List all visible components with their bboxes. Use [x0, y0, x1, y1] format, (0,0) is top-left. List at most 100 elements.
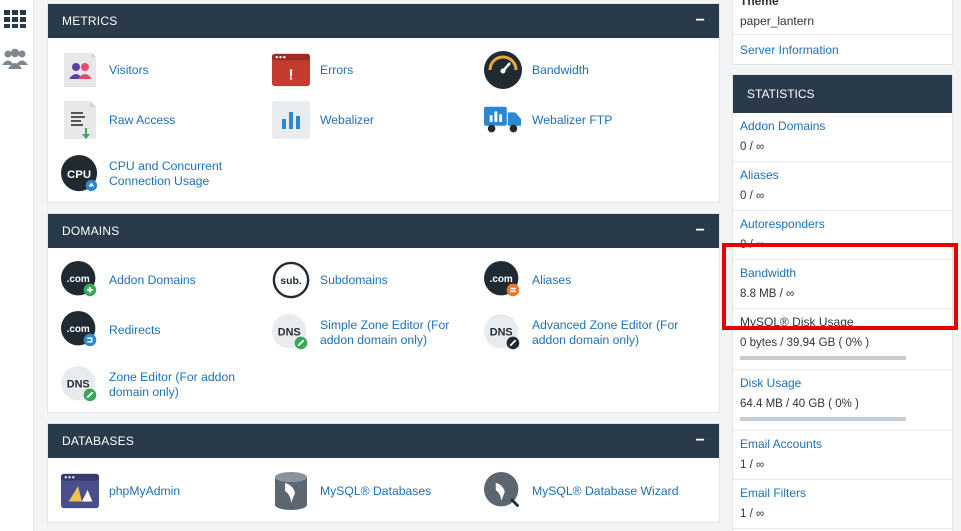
metrics-title: METRICS	[62, 14, 118, 28]
domains-panel: DOMAINS − .com Addon Domains sub. Subdom…	[47, 213, 720, 413]
domains-item-label: Addon Domains	[109, 272, 196, 287]
domains-item-label: Aliases	[532, 272, 572, 287]
stat-row: MySQL® Disk Usage 0 bytes / 39.94 GB ( 0…	[733, 309, 952, 370]
domains-item-aliases[interactable]: .com Aliases	[484, 261, 571, 299]
usage-meter	[740, 417, 906, 421]
databases-item-label: MySQL® Databases	[320, 483, 432, 498]
stat-row: Autoresponders 0 / ∞	[733, 211, 952, 260]
domains-item-label: Redirects	[109, 322, 161, 337]
server-info-row: Server Information	[733, 35, 952, 59]
metrics-item-label: CPU and Concurrent Connection Usage	[109, 159, 222, 189]
label-line: Zone Editor (For addon	[109, 370, 236, 384]
domains-item-label: Advanced Zone Editor (For addon domain o…	[532, 318, 678, 348]
mysql-wizard-icon	[484, 472, 522, 510]
stat-row: Email Filters 1 / ∞	[733, 480, 952, 529]
domains-item-simple-zone-editor[interactable]: DNS Simple Zone Editor (For addon domain…	[272, 314, 449, 352]
label-line: addon domain only)	[532, 333, 640, 347]
metrics-item-visitors[interactable]: Visitors	[61, 51, 149, 89]
left-nav-rail	[0, 0, 34, 531]
domains-title: DOMAINS	[62, 224, 120, 238]
databases-item-mysql-databases[interactable]: MySQL® Databases	[272, 472, 431, 510]
domains-item-subdomains[interactable]: sub. Subdomains	[272, 261, 388, 299]
phpmyadmin-icon	[61, 472, 99, 510]
domains-item-zone-editor[interactable]: DNS Zone Editor (For addon domain only)	[61, 366, 235, 404]
stat-name[interactable]: Autoresponders	[740, 217, 945, 232]
stat-name: MySQL® Disk Usage	[740, 315, 854, 329]
server-information-link[interactable]: Server Information	[740, 43, 839, 57]
theme-label: Theme	[740, 0, 779, 8]
databases-header[interactable]: DATABASES −	[48, 424, 719, 458]
domains-item-addon-domains[interactable]: .com Addon Domains	[61, 261, 196, 299]
collapse-icon[interactable]: −	[695, 13, 705, 29]
stat-value: 1 / ∞	[740, 459, 765, 471]
metrics-panel: METRICS − Visitors ! Errors Bandwidth Ra…	[47, 3, 720, 203]
domains-item-advanced-zone-editor[interactable]: DNS Advanced Zone Editor (For addon doma…	[484, 314, 678, 352]
stat-value: 8.8 MB / ∞	[740, 288, 795, 300]
svg-text:.com: .com	[67, 324, 90, 335]
metrics-header[interactable]: METRICS −	[48, 4, 719, 38]
users-icon[interactable]	[2, 46, 28, 72]
label-line: addon domain only)	[320, 333, 428, 347]
webalizer-ftp-icon	[484, 101, 522, 139]
databases-title: DATABASES	[62, 434, 135, 448]
domains-item-label: Zone Editor (For addon domain only)	[109, 370, 235, 400]
metrics-item-label: Errors	[320, 62, 354, 77]
stat-value: 0 / ∞	[740, 141, 765, 153]
metrics-item-bandwidth[interactable]: Bandwidth	[484, 51, 589, 89]
aliases-icon: .com	[484, 261, 522, 299]
zone-editor-icon: DNS	[61, 366, 99, 404]
collapse-icon[interactable]: −	[695, 223, 705, 239]
theme-value: paper_lantern	[740, 14, 815, 28]
svg-text:.com: .com	[67, 274, 90, 285]
subdomains-icon: sub.	[272, 261, 310, 299]
stat-name[interactable]: Addon Domains	[740, 119, 945, 134]
svg-text:DNS: DNS	[490, 327, 513, 339]
mysql-databases-icon	[272, 472, 310, 510]
usage-meter	[740, 356, 906, 360]
stat-name[interactable]: Disk Usage	[740, 376, 945, 391]
label-line: Connection Usage	[109, 174, 210, 188]
svg-text:sub.: sub.	[280, 276, 302, 287]
theme-row: Theme paper_lantern	[733, 0, 952, 35]
stat-name[interactable]: Bandwidth	[740, 266, 945, 281]
label-line: domain only)	[109, 385, 179, 399]
stat-value: 64.4 MB / 40 GB ( 0% )	[740, 398, 859, 410]
cpu-icon: CPU	[61, 155, 99, 193]
metrics-item-cpu-usage[interactable]: CPU CPU and Concurrent Connection Usage	[61, 155, 222, 193]
stat-row: Disk Usage 64.4 MB / 40 GB ( 0% )	[733, 370, 952, 431]
stat-row: Addon Domains 0 / ∞	[733, 113, 952, 162]
stat-value: 0 / ∞	[740, 239, 765, 251]
metrics-item-errors[interactable]: ! Errors	[272, 51, 353, 89]
metrics-item-label: Raw Access	[109, 112, 176, 127]
metrics-item-webalizer-ftp[interactable]: Webalizer FTP	[484, 101, 612, 139]
statistics-header: STATISTICS	[733, 75, 952, 113]
label-line: Advanced Zone Editor (For	[532, 318, 679, 332]
statistics-panel: STATISTICS Addon Domains 0 / ∞ Aliases 0…	[732, 74, 953, 531]
label-line: CPU and Concurrent	[109, 159, 223, 173]
databases-panel: DATABASES − phpMyAdmin MySQL® Databases …	[47, 423, 720, 523]
svg-text:DNS: DNS	[67, 379, 90, 391]
stat-row: Bandwidth 8.8 MB / ∞	[733, 260, 952, 309]
domains-item-label: Simple Zone Editor (For addon domain onl…	[320, 318, 449, 348]
label-line: Simple Zone Editor (For	[320, 318, 450, 332]
general-info-panel: Theme paper_lantern Server Information	[732, 0, 953, 65]
advanced-zone-editor-icon: DNS	[484, 314, 522, 352]
redirects-icon: .com	[61, 311, 99, 349]
svg-text:DNS: DNS	[278, 327, 301, 339]
metrics-item-raw-access[interactable]: Raw Access	[61, 101, 175, 139]
databases-item-mysql-wizard[interactable]: MySQL® Database Wizard	[484, 472, 678, 510]
stat-name[interactable]: Aliases	[740, 168, 945, 183]
databases-item-phpmyadmin[interactable]: phpMyAdmin	[61, 472, 180, 510]
stat-row: Email Accounts 1 / ∞	[733, 431, 952, 480]
grid-icon[interactable]	[2, 6, 28, 32]
stat-value: 1 / ∞	[740, 508, 765, 520]
domains-item-redirects[interactable]: .com Redirects	[61, 311, 160, 349]
simple-zone-editor-icon: DNS	[272, 314, 310, 352]
collapse-icon[interactable]: −	[695, 433, 705, 449]
metrics-item-webalizer[interactable]: Webalizer	[272, 101, 374, 139]
stat-name[interactable]: Email Accounts	[740, 437, 945, 452]
domains-header[interactable]: DOMAINS −	[48, 214, 719, 248]
svg-text:CPU: CPU	[67, 169, 91, 181]
metrics-item-label: Webalizer	[320, 112, 374, 127]
stat-name[interactable]: Email Filters	[740, 486, 945, 501]
